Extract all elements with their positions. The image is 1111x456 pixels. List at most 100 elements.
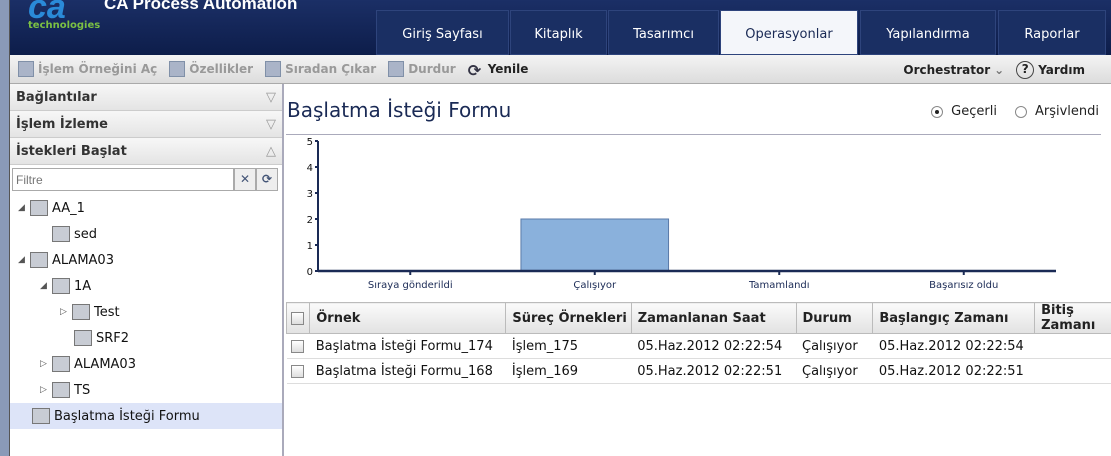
tab-designer[interactable]: Tasarımcı <box>608 10 719 55</box>
tree-item[interactable]: ◢ ALAMA03 <box>10 247 282 273</box>
refresh-label: Yenile <box>487 62 529 76</box>
tree-item[interactable]: ▷ TS <box>10 377 282 403</box>
table-cell: 05.Haz.2012 02:22:51 <box>872 358 1035 384</box>
x-tick-label: Tamamlandı <box>748 280 810 291</box>
help-icon[interactable]: ? <box>1016 60 1035 79</box>
stop-button[interactable]: Durdur <box>388 61 456 77</box>
tab-reports[interactable]: Raporlar <box>998 10 1106 55</box>
refresh-button[interactable]: ⟳ Yenile <box>467 61 529 80</box>
row-checkbox[interactable] <box>290 364 304 378</box>
clear-filter-button[interactable]: ✕ <box>234 168 256 191</box>
tab-library[interactable]: Kitaplık <box>510 10 607 55</box>
tree-label: sed <box>74 226 98 242</box>
tree-item[interactable]: ▷ Test <box>10 299 282 325</box>
radio-archived[interactable]: Arşivlendi <box>1014 104 1099 119</box>
properties-label: Özellikler <box>189 62 254 76</box>
column-header[interactable]: Zamanlanan Saat <box>630 302 797 334</box>
radio-dot <box>931 105 944 118</box>
radio-current-label: Geçerli <box>951 104 997 119</box>
table-cell: İşlem_175 <box>505 333 632 359</box>
table-row[interactable]: Başlatma İsteği Formu_168 İşlem_169 05.Haz… <box>286 358 1111 384</box>
filter-input[interactable] <box>12 168 234 191</box>
page-title: Başlatma İsteği Formu <box>287 98 512 122</box>
properties-button[interactable]: Özellikler <box>169 61 253 77</box>
tab-operations[interactable]: Operasyonlar <box>720 10 858 55</box>
table-cell: Başlatma İsteği Formu_174 <box>309 333 506 359</box>
table-cell: Çalışıyor <box>796 358 873 384</box>
tree-label: 1A <box>74 278 92 294</box>
row-select-cell <box>286 358 310 384</box>
column-header[interactable]: Durum <box>795 302 874 334</box>
x-tick-label: Sıraya gönderildi <box>368 280 453 291</box>
connections-header[interactable]: Bağlantılar ▽ <box>10 84 282 111</box>
tree-label: TS <box>74 382 91 398</box>
refresh-tree-button[interactable]: ⟳ <box>256 168 278 191</box>
y-tick-label: 5 <box>307 137 313 148</box>
folder-icon <box>72 304 90 320</box>
chevron-down-icon: ▽ <box>266 89 276 105</box>
table-cell <box>1034 358 1111 384</box>
y-tick-label: 4 <box>307 163 313 174</box>
select-all-checkbox[interactable] <box>291 311 304 325</box>
start-requests-header[interactable]: İstekleri Başlat △ <box>10 138 282 165</box>
select-all-header <box>285 302 311 334</box>
monitoring-header[interactable]: İşlem İzleme ▽ <box>10 111 282 138</box>
table-cell: İşlem_169 <box>505 358 632 384</box>
table-cell: 05.Haz.2012 02:22:51 <box>631 358 797 384</box>
tree-label: ALAMA03 <box>52 252 114 268</box>
table-cell: Çalışıyor <box>796 333 873 359</box>
collapsed-arrow-icon: ▷ <box>40 385 47 395</box>
tree-label: Test <box>94 304 120 320</box>
tree-item[interactable]: ▷ ALAMA03 <box>10 351 282 377</box>
tab-home[interactable]: Giriş Sayfası <box>376 10 509 55</box>
stop-label: Durdur <box>408 62 456 76</box>
column-header[interactable]: Örnek <box>309 302 507 334</box>
radio-current[interactable]: Geçerli <box>931 104 997 119</box>
form-icon <box>74 330 92 346</box>
folder-icon <box>52 278 70 294</box>
tab-configuration[interactable]: Yapılandırma <box>860 10 996 55</box>
tree-item[interactable]: sed <box>10 221 282 247</box>
status-bar-chart: 0 1 2 3 4 5 Sıraya gönderildi Çalışıyor Tamamlan… <box>286 134 1101 291</box>
collapsed-arrow-icon: ▷ <box>60 307 67 317</box>
dequeue-button[interactable]: Sıradan Çıkar <box>265 61 376 77</box>
start-requests-label: İstekleri Başlat <box>16 143 127 159</box>
app-title: CA Process Automation <box>104 0 298 13</box>
expanded-arrow-icon: ◢ <box>18 255 25 265</box>
orchestrator-selector[interactable]: Orchestrator <box>903 63 990 77</box>
y-tick-label: 3 <box>307 189 313 200</box>
tree-item[interactable]: SRF2 <box>10 325 282 351</box>
toolbar: İşlem Örneğini Aç Özellikler Sıradan Çık… <box>10 55 1111 84</box>
row-checkbox[interactable] <box>290 339 304 353</box>
form-icon <box>32 408 50 424</box>
bar-1 <box>520 218 670 272</box>
column-header[interactable]: Başlangıç Zamanı <box>872 302 1036 334</box>
open-instance-label: İşlem Örneğini Aç <box>38 62 158 76</box>
folder-icon <box>52 382 70 398</box>
open-instance-icon <box>18 61 34 77</box>
window-frame <box>0 0 10 456</box>
help-button[interactable]: Yardım <box>1038 63 1085 77</box>
main-panel: Başlatma İsteği Formu Geçerli Arşivlendi… <box>285 84 1111 456</box>
monitoring-label: İşlem İzleme <box>16 116 108 132</box>
refresh-icon: ⟳ <box>467 61 482 80</box>
dequeue-label: Sıradan Çıkar <box>285 62 377 76</box>
chevron-down-icon[interactable]: ⌄ <box>994 63 1004 77</box>
row-select-cell <box>286 333 310 359</box>
connections-label: Bağlantılar <box>16 89 97 105</box>
instances-table: Örnek Süreç Örnekleri Zamanlanan Saat Durum… <box>285 302 1111 384</box>
tree-item[interactable]: ◢ AA_1 <box>10 195 282 221</box>
left-panel: Bağlantılar ▽ İşlem İzleme ▽ İstekleri Baş… <box>10 84 284 456</box>
open-instance-button[interactable]: İşlem Örneğini Aç <box>18 61 157 77</box>
column-header[interactable]: Süreç Örnekleri <box>505 302 632 334</box>
tree-label: SRF2 <box>96 330 130 346</box>
chevron-up-icon: △ <box>266 143 276 159</box>
table-row[interactable]: Başlatma İsteği Formu_174 İşlem_175 05.Haz… <box>286 333 1111 359</box>
tree-item[interactable]: ◢ 1A <box>10 273 282 299</box>
radio-archived-label: Arşivlendi <box>1034 104 1099 119</box>
tree-item-selected[interactable]: Başlatma İsteği Formu <box>10 403 282 429</box>
table-cell: 05.Haz.2012 02:22:54 <box>631 333 797 359</box>
tree-label: ALAMA03 <box>74 356 136 372</box>
y-tick-label: 0 <box>307 267 313 278</box>
column-header[interactable]: Bitiş Zamanı <box>1034 302 1111 334</box>
